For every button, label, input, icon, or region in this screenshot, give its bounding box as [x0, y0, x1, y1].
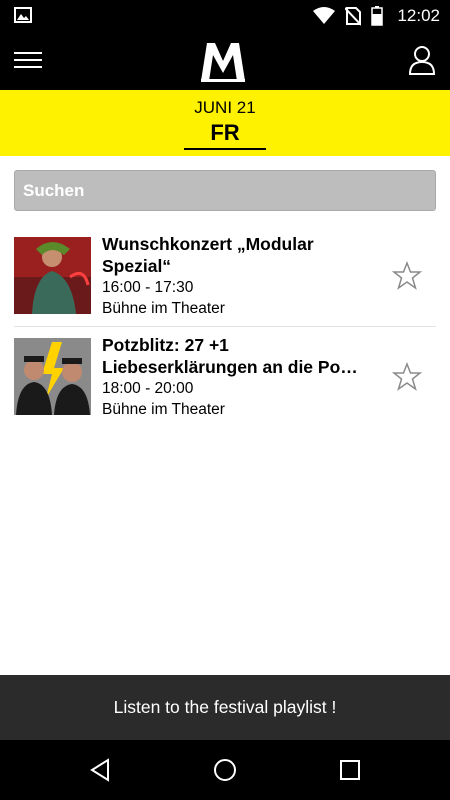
status-bar: 12:02: [0, 0, 450, 32]
event-item[interactable]: Wunschkonzert „Modular Spezial“ 16:00 - …: [14, 233, 436, 323]
search-box[interactable]: [14, 170, 436, 211]
playlist-button[interactable]: Listen to the festival playlist !: [0, 675, 450, 740]
home-icon[interactable]: [210, 755, 240, 785]
profile-icon[interactable]: [408, 44, 436, 76]
favorite-star-icon[interactable]: [392, 362, 422, 392]
event-time: 16:00 - 17:30: [102, 279, 194, 296]
event-title: Potzblitz: 27 +1: [102, 335, 229, 355]
event-item[interactable]: Potzblitz: 27 +1 Liebeserklärungen an di…: [14, 334, 436, 424]
list-divider: [14, 326, 436, 327]
festival-logo: [201, 43, 245, 82]
image-notification-icon: [14, 7, 32, 23]
system-nav-bar: [0, 740, 450, 800]
event-title-continued: Liebeserklärungen an die Pop…: [102, 357, 364, 377]
event-time: 18:00 - 20:00: [102, 380, 194, 397]
event-thumbnail: [14, 338, 91, 415]
status-time: 12:02: [397, 6, 440, 25]
event-title: Wunschkonzert „Modular Spezial“: [102, 234, 314, 276]
no-sim-icon: [345, 7, 362, 26]
event-thumbnail: [14, 237, 91, 314]
date-month: JUNI 21: [194, 98, 256, 117]
app-bar: [0, 32, 450, 90]
back-icon[interactable]: [86, 755, 116, 785]
battery-icon: [371, 6, 384, 26]
recents-icon[interactable]: [335, 755, 365, 785]
date-day-tab[interactable]: FR: [184, 120, 266, 150]
date-banner: JUNI 21 FR: [0, 90, 450, 156]
favorite-star-icon[interactable]: [392, 261, 422, 291]
event-location: Bühne im Theater: [102, 300, 225, 317]
search-input[interactable]: [15, 171, 435, 210]
wifi-icon: [313, 7, 336, 24]
event-location: Bühne im Theater: [102, 401, 225, 418]
menu-icon[interactable]: [14, 47, 42, 75]
